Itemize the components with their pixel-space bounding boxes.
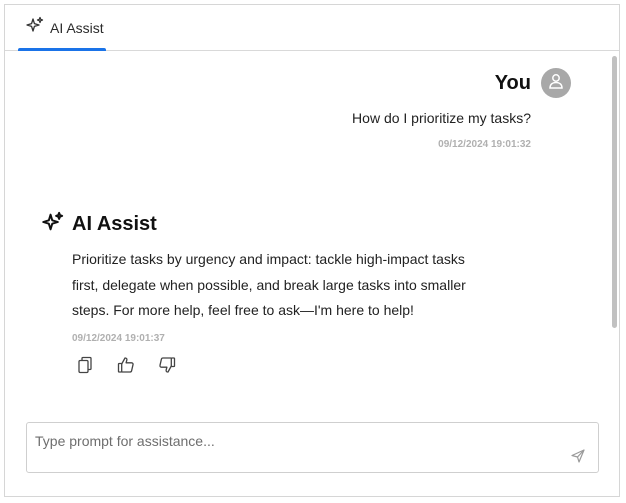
- dislike-button[interactable]: [156, 356, 178, 378]
- chat-scrollbar-thumb[interactable]: [612, 56, 617, 328]
- user-avatar: [541, 68, 571, 98]
- send-icon: [571, 448, 585, 468]
- user-icon: [547, 72, 565, 95]
- user-message-timestamp: 09/12/2024 19:01:32: [438, 139, 531, 150]
- sparkle-icon: [42, 211, 64, 238]
- user-name: You: [494, 71, 531, 94]
- sparkle-icon: [26, 16, 44, 39]
- assistant-message-text: Prioritize tasks by urgency and impact: …: [72, 251, 466, 318]
- tab-label: AI Assist: [50, 19, 104, 36]
- ai-assist-panel: AI Assist You How do I prioritize my tas…: [4, 4, 620, 497]
- copy-icon: [76, 356, 94, 379]
- thumbs-up-icon: [117, 356, 135, 379]
- chat-area: You How do I prioritize my tasks? 09/12/…: [5, 51, 619, 411]
- send-button[interactable]: [570, 448, 586, 468]
- assistant-message-header: AI Assist: [42, 211, 157, 238]
- prompt-input[interactable]: [35, 431, 555, 451]
- message-actions: [74, 356, 178, 378]
- prompt-box: [26, 422, 599, 473]
- user-message-header: You: [495, 68, 571, 98]
- tab-bar: AI Assist: [5, 5, 619, 51]
- thumbs-down-icon: [158, 356, 176, 379]
- assistant-name: AI Assist: [72, 213, 157, 235]
- tab-ai-assist[interactable]: AI Assist: [18, 5, 106, 50]
- like-button[interactable]: [115, 356, 137, 378]
- assistant-message-timestamp: 09/12/2024 19:01:37: [72, 333, 165, 344]
- copy-button[interactable]: [74, 356, 96, 378]
- user-message-text: How do I prioritize my tasks?: [352, 110, 531, 126]
